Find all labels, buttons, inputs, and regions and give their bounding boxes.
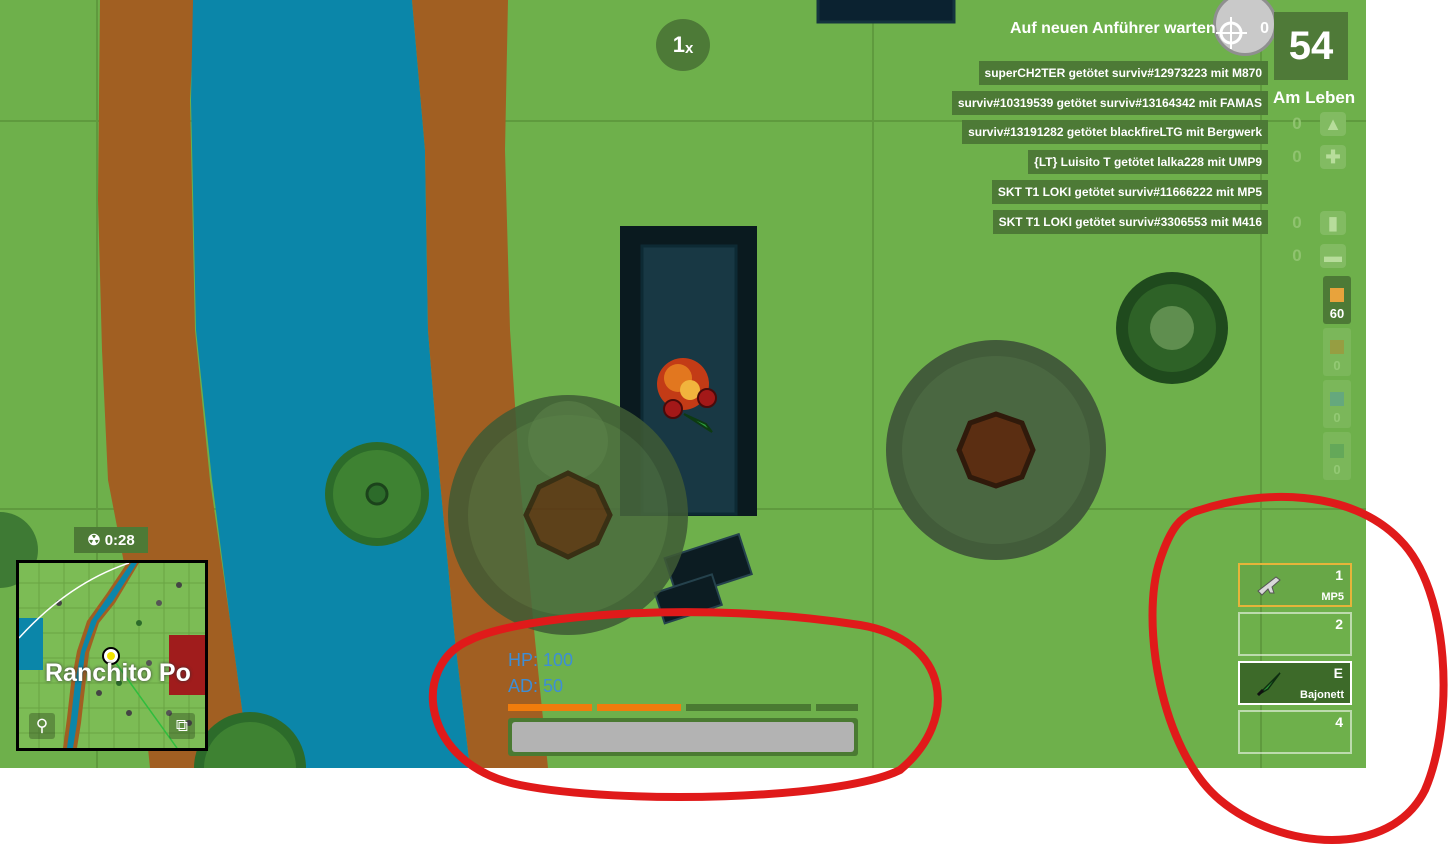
building-top bbox=[816, 0, 956, 24]
inventory-count: 0 bbox=[1292, 213, 1302, 232]
ammo-count: 0 bbox=[1333, 462, 1341, 477]
ammo-slot[interactable]: 0 bbox=[1323, 328, 1351, 376]
boost-segment bbox=[686, 704, 811, 711]
game-viewport[interactable]: 1x Auf neuen Anführer warten 0 54 Am Leb… bbox=[0, 0, 1366, 768]
bandage-icon: ▬ bbox=[1320, 244, 1346, 268]
leader-status: Auf neuen Anführer warten 0 bbox=[1010, 20, 1269, 38]
inventory-count: 0 bbox=[1292, 114, 1302, 133]
weapon-slot-key: 1 bbox=[1335, 567, 1343, 583]
expand-icon: ⧉ bbox=[175, 716, 189, 735]
weapon-slot-key: 4 bbox=[1335, 714, 1343, 730]
killfeed-entry: SKT T1 LOKI getötet surviv#3306553 mit M… bbox=[992, 210, 1268, 234]
zoom-indicator: 1x bbox=[656, 19, 710, 71]
boost-segment bbox=[816, 704, 858, 711]
inventory-count: 0 bbox=[1292, 147, 1302, 166]
gas-time: 0:28 bbox=[104, 531, 135, 549]
alive-label: Am Leben bbox=[1273, 88, 1356, 107]
radiation-icon: ☢ bbox=[87, 532, 101, 549]
weapon-slot-2[interactable]: 2 bbox=[1238, 612, 1352, 656]
ammo-slot[interactable]: 0 bbox=[1323, 380, 1351, 428]
ammo-icon bbox=[1330, 340, 1344, 354]
smg-icon bbox=[1257, 576, 1281, 596]
weapon-slot-label: Bajonett bbox=[1300, 689, 1344, 701]
minimap-expand-button[interactable]: ⧉ bbox=[169, 713, 195, 739]
magnifier-icon: ⚲ bbox=[35, 716, 49, 735]
ad-stat: AD: 50 bbox=[508, 676, 564, 696]
inventory-medkit[interactable]: 0 ✚ bbox=[1284, 143, 1352, 171]
weapon-slot-key: 2 bbox=[1335, 616, 1343, 632]
inventory-bandage[interactable]: 0 ▬ bbox=[1284, 242, 1352, 270]
weapon-slot-1[interactable]: 1 MP5 bbox=[1238, 563, 1352, 607]
ammo-slot[interactable]: 60 bbox=[1323, 276, 1351, 324]
tree-right bbox=[886, 340, 1106, 560]
killfeed-entry: SKT T1 LOKI getötet surviv#11666222 mit … bbox=[991, 180, 1268, 204]
ammo-slot[interactable]: 0 bbox=[1323, 432, 1351, 480]
ammo-count: 60 bbox=[1329, 306, 1345, 321]
zoom-value: 1 bbox=[672, 32, 685, 57]
weapon-slot-3[interactable]: E Bajonett bbox=[1238, 661, 1352, 705]
health-bar bbox=[508, 718, 858, 756]
bush-left bbox=[325, 442, 429, 546]
weapon-slot-4[interactable]: 4 bbox=[1238, 710, 1352, 754]
ammo-icon bbox=[1330, 392, 1344, 406]
minimap[interactable]: Ranchito Po ⚲ ⧉ bbox=[16, 560, 208, 751]
medkit-icon: ✚ bbox=[1320, 145, 1346, 169]
hp-stat: HP: 100 bbox=[508, 650, 574, 670]
health-bar-fill bbox=[512, 722, 854, 752]
zoom-suffix: x bbox=[684, 39, 694, 57]
ammo-count: 0 bbox=[1333, 358, 1341, 373]
killfeed-entry: superCH2TER getötet surviv#12973223 mit … bbox=[978, 61, 1268, 85]
leader-text: Auf neuen Anführer warten bbox=[1010, 20, 1216, 37]
boost-segment bbox=[597, 704, 681, 711]
ammo-icon bbox=[1330, 288, 1344, 302]
inventory-helmet[interactable]: 0 ▲ bbox=[1284, 110, 1352, 138]
killfeed-entry: surviv#10319539 getötet surviv#13164342 … bbox=[951, 91, 1268, 115]
soda-icon: ▮ bbox=[1320, 211, 1346, 235]
killfeed-entry: surviv#13191282 getötet blackfireLTG mit… bbox=[962, 120, 1268, 144]
boost-segment bbox=[508, 704, 592, 711]
leader-count: 0 bbox=[1260, 20, 1269, 37]
minimap-place-name: Ranchito Po bbox=[45, 659, 191, 687]
gas-timer: ☢ 0:28 bbox=[74, 527, 148, 553]
killfeed-entry: {LT} Luisito T getötet lalka228 mit UMP9 bbox=[1028, 150, 1268, 174]
tree-left bbox=[448, 395, 688, 635]
inventory-soda[interactable]: 0 ▮ bbox=[1284, 209, 1352, 237]
ammo-icon bbox=[1330, 444, 1344, 458]
inventory-count: 0 bbox=[1292, 246, 1302, 265]
weapon-slot-label: MP5 bbox=[1321, 591, 1344, 603]
bush-right bbox=[1116, 272, 1228, 384]
bayonet-icon bbox=[1256, 672, 1281, 697]
helmet-icon: ▲ bbox=[1320, 112, 1346, 136]
ammo-count: 0 bbox=[1333, 410, 1341, 425]
alive-count: 54 bbox=[1274, 12, 1348, 80]
minimap-zoom-button[interactable]: ⚲ bbox=[29, 713, 55, 739]
weapon-slot-key: E bbox=[1333, 665, 1343, 681]
